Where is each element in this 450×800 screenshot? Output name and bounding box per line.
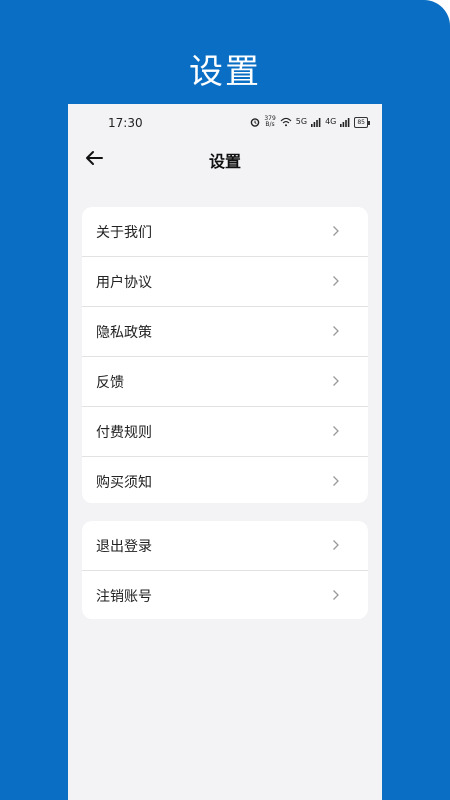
promo-title: 设置 (189, 52, 261, 92)
menu-item-about-us[interactable]: 关于我们 (82, 207, 368, 257)
signal-label-2: 4G (325, 117, 337, 126)
chevron-right-icon (333, 326, 339, 336)
status-time: 17:30 (108, 116, 143, 130)
page-title: 设置 (208, 152, 241, 171)
menu-item-user-agreement[interactable]: 用户协议 (82, 257, 368, 307)
menu-item-privacy-policy[interactable]: 隐私政策 (82, 307, 368, 357)
menu-item-logout[interactable]: 退出登录 (82, 521, 368, 571)
chevron-right-icon (333, 540, 339, 550)
chevron-right-icon (333, 276, 339, 286)
signal-icon-2 (340, 117, 350, 127)
net-speed: 379 B/s (264, 115, 276, 128)
menu-item-purchase-notice[interactable]: 购买须知 (82, 457, 368, 503)
menu-item-label: 隐私政策 (96, 324, 152, 341)
menu-item-feedback[interactable]: 反馈 (82, 357, 368, 407)
menu-item-label: 关于我们 (96, 224, 152, 241)
menu-item-label: 用户协议 (96, 274, 152, 291)
battery-icon: 85 (354, 116, 370, 128)
chevron-right-icon (333, 376, 339, 386)
menu-item-label: 反馈 (96, 374, 124, 391)
menu-item-label: 付费规则 (96, 424, 152, 441)
nav-bar: 设置 (68, 142, 382, 180)
menu-item-delete-account[interactable]: 注销账号 (82, 571, 368, 619)
chevron-right-icon (333, 226, 339, 236)
chevron-right-icon (333, 476, 339, 486)
wifi-icon (280, 117, 292, 127)
menu-item-label: 注销账号 (96, 588, 152, 605)
chevron-right-icon (333, 426, 339, 436)
menu-item-label: 退出登录 (96, 538, 152, 555)
signal-label-1: 5G (295, 117, 308, 126)
settings-group-main: 关于我们 用户协议 隐私政策 反馈 付费规则 购买须知 (82, 207, 368, 503)
signal-icon-1 (311, 117, 321, 127)
phone-screen: 17:30 379 B/s 5G 4G 85 设置 关于我们 用户协议 隐私政策… (68, 104, 382, 800)
menu-item-payment-rules[interactable]: 付费规则 (82, 407, 368, 457)
chevron-right-icon (333, 590, 339, 600)
alarm-icon (251, 118, 260, 127)
promo-frame: 设置 17:30 379 B/s 5G 4G 85 设置 关于我们 用户协议 隐… (0, 0, 450, 800)
status-bar: 17:30 379 B/s 5G 4G 85 (68, 104, 382, 140)
settings-group-account: 退出登录 注销账号 (82, 521, 368, 619)
menu-item-label: 购买须知 (96, 474, 152, 491)
status-icons: 379 B/s 5G 4G 85 (250, 115, 370, 129)
